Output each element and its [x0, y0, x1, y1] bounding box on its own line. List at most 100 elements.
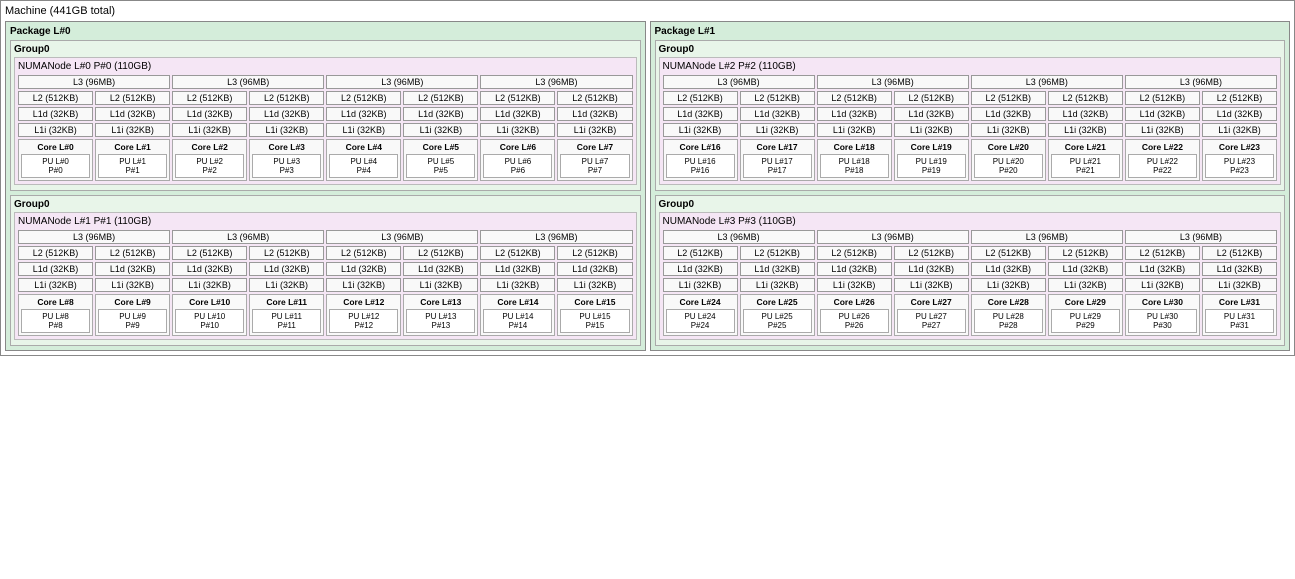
l1d-cache: L1d (32KB): [971, 107, 1046, 121]
l1i-cache: L1i (32KB): [95, 278, 170, 292]
l3-cache: L3 (96MB): [172, 75, 324, 89]
l3-cache: L3 (96MB): [326, 75, 478, 89]
pu-box: PU L#29 P#29: [1051, 309, 1120, 333]
core-label: Core L#18: [820, 142, 889, 152]
l3-cache: L3 (96MB): [18, 230, 170, 244]
l1d-cache: L1d (32KB): [172, 262, 247, 276]
l1i-cache: L1i (32KB): [971, 123, 1046, 137]
l3-cache: L3 (96MB): [172, 230, 324, 244]
l2-cache: L2 (512KB): [557, 246, 632, 260]
core-label: Core L#15: [560, 297, 629, 307]
l2-cache: L2 (512KB): [663, 246, 738, 260]
numa-node: NUMANode L#3 P#3 (110GB)L3 (96MB)L3 (96M…: [659, 212, 1282, 340]
l1i-cache: L1i (32KB): [1125, 123, 1200, 137]
pu-box: PU L#11 P#11: [252, 309, 321, 333]
l1i-cache: L1i (32KB): [249, 123, 324, 137]
pu-box: PU L#30 P#30: [1128, 309, 1197, 333]
l2-cache: L2 (512KB): [1202, 91, 1277, 105]
l1i-cache: L1i (32KB): [18, 278, 93, 292]
core-box: Core L#21 PU L#21 P#21: [1048, 139, 1123, 181]
l1i-cache: L1i (32KB): [971, 278, 1046, 292]
l3-cache: L3 (96MB): [817, 75, 969, 89]
group-title: Group0: [14, 199, 637, 210]
core-box: Core L#29 PU L#29 P#29: [1048, 294, 1123, 336]
l2-cache: L2 (512KB): [403, 246, 478, 260]
l1i-cache: L1i (32KB): [1048, 123, 1123, 137]
l1i-cache: L1i (32KB): [1202, 278, 1277, 292]
core-box: Core L#1 PU L#1 P#1: [95, 139, 170, 181]
l2-cache: L2 (512KB): [894, 91, 969, 105]
l1d-cache: L1d (32KB): [18, 107, 93, 121]
core-label: Core L#11: [252, 297, 321, 307]
core-label: Core L#21: [1051, 142, 1120, 152]
core-box: Core L#11 PU L#11 P#11: [249, 294, 324, 336]
l1d-cache: L1d (32KB): [1048, 262, 1123, 276]
core-box: Core L#4PU L#4 P#4: [326, 139, 401, 181]
package: Package L#0Group0NUMANode L#0 P#0 (110GB…: [5, 21, 646, 351]
pu-box: PU L#1 P#1: [98, 154, 167, 178]
group-title: Group0: [659, 199, 1282, 210]
l1d-cache: L1d (32KB): [403, 262, 478, 276]
core-label: Core L#31: [1205, 297, 1274, 307]
l1i-cache: L1i (32KB): [95, 123, 170, 137]
core-box: Core L#15PU L#15 P#15: [557, 294, 632, 336]
l1d-cache: L1d (32KB): [894, 262, 969, 276]
numa-node: NUMANode L#1 P#1 (110GB)L3 (96MB)L3 (96M…: [14, 212, 637, 340]
core-box: Core L#17PU L#17 P#17: [740, 139, 815, 181]
l1d-cache: L1d (32KB): [95, 107, 170, 121]
core-box: Core L#13PU L#13 P#13: [403, 294, 478, 336]
l1d-cache: L1d (32KB): [95, 262, 170, 276]
pu-box: PU L#25 P#25: [743, 309, 812, 333]
machine: Machine (441GB total) Package L#0Group0N…: [0, 0, 1295, 356]
l1d-cache: L1d (32KB): [1048, 107, 1123, 121]
core-label: Core L#6: [483, 142, 552, 152]
l1d-cache: L1d (32KB): [1202, 262, 1277, 276]
core-label: Core L#14: [483, 297, 552, 307]
core-label: Core L#4: [329, 142, 398, 152]
l1i-cache: L1i (32KB): [18, 123, 93, 137]
l3-cache: L3 (96MB): [18, 75, 170, 89]
core-box: Core L#23 PU L#23 P#23: [1202, 139, 1277, 181]
l2-cache: L2 (512KB): [326, 246, 401, 260]
pu-box: PU L#23 P#23: [1205, 154, 1274, 178]
core-box: Core L#2PU L#2 P#2: [172, 139, 247, 181]
l3-cache: L3 (96MB): [326, 230, 478, 244]
core-label: Core L#22: [1128, 142, 1197, 152]
l1d-cache: L1d (32KB): [663, 107, 738, 121]
core-label: Core L#16: [666, 142, 735, 152]
pu-box: PU L#12 P#12: [329, 309, 398, 333]
l1d-cache: L1d (32KB): [817, 107, 892, 121]
l1d-cache: L1d (32KB): [1202, 107, 1277, 121]
core-label: Core L#1: [98, 142, 167, 152]
core-box: Core L#7PU L#7 P#7: [557, 139, 632, 181]
core-box: Core L#9PU L#9 P#9: [95, 294, 170, 336]
core-label: Core L#23: [1205, 142, 1274, 152]
l1i-cache: L1i (32KB): [557, 278, 632, 292]
numa-title: NUMANode L#1 P#1 (110GB): [18, 216, 633, 227]
core-label: Core L#3: [252, 142, 321, 152]
core-label: Core L#13: [406, 297, 475, 307]
core-label: Core L#29: [1051, 297, 1120, 307]
l2-cache: L2 (512KB): [326, 91, 401, 105]
pu-box: PU L#0 P#0: [21, 154, 90, 178]
pu-box: PU L#14 P#14: [483, 309, 552, 333]
pu-box: PU L#17 P#17: [743, 154, 812, 178]
l3-cache: L3 (96MB): [663, 75, 815, 89]
group-title: Group0: [14, 44, 637, 55]
pu-box: PU L#10 P#10: [175, 309, 244, 333]
pu-box: PU L#21 P#21: [1051, 154, 1120, 178]
core-box: Core L#28PU L#28 P#28: [971, 294, 1046, 336]
group: Group0 NUMANode L#3 P#3 (110GB)L3 (96MB)L…: [655, 195, 1286, 346]
core-box: Core L#0PU L#0 P#0: [18, 139, 93, 181]
package: Package L#1Group0NUMANode L#2 P#2 (110GB…: [650, 21, 1291, 351]
group: Group0NUMANode L#1 P#1 (110GB)L3 (96MB)L…: [10, 195, 641, 346]
core-box: Core L#10PU L#10 P#10: [172, 294, 247, 336]
l1d-cache: L1d (32KB): [480, 262, 555, 276]
l3-cache: L3 (96MB): [1125, 75, 1277, 89]
l1d-cache: L1d (32KB): [1125, 262, 1200, 276]
l1d-cache: L1d (32KB): [18, 262, 93, 276]
l2-cache: L2 (512KB): [1125, 246, 1200, 260]
l3-cache: L3 (96MB): [817, 230, 969, 244]
l1d-cache: L1d (32KB): [740, 107, 815, 121]
core-box: Core L#5PU L#5 P#5: [403, 139, 478, 181]
